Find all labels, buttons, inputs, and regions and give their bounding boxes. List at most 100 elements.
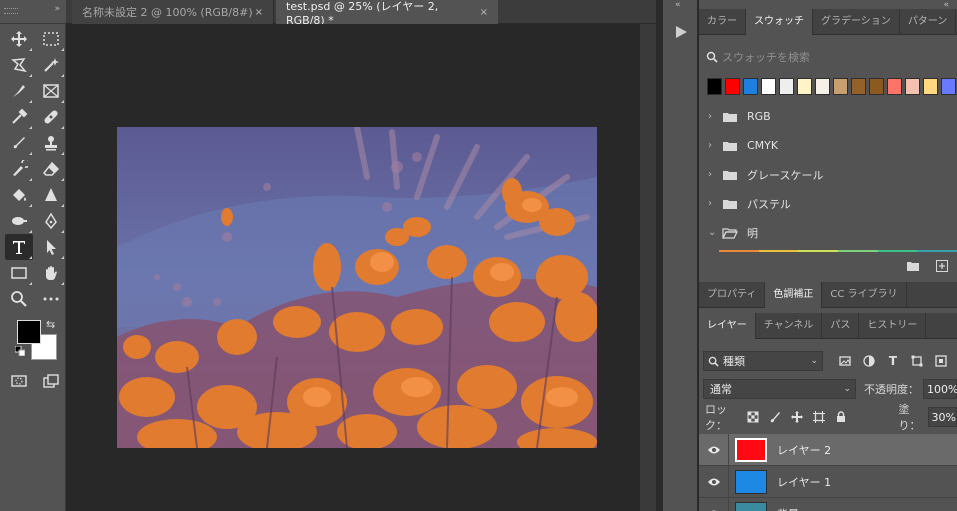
toolbox-grip[interactable] (4, 8, 18, 14)
color-swatch[interactable] (833, 78, 848, 95)
crop-pen-tool[interactable] (5, 78, 33, 104)
new-swatch-icon[interactable] (935, 260, 949, 272)
chevron-right-icon[interactable]: › (708, 140, 718, 151)
tab-gradients[interactable]: グラデーション (813, 9, 900, 35)
tab-untitled-2[interactable]: 名称未設定 2 @ 100% (RGB/8#) × (72, 0, 274, 24)
lock-artboard-icon[interactable] (808, 407, 830, 427)
chevron-right-icon[interactable]: › (708, 198, 718, 209)
swatch-group[interactable]: › グレースケール (699, 160, 957, 189)
color-swatch[interactable] (743, 78, 758, 95)
tab-channels[interactable]: チャンネル (756, 313, 823, 339)
chevron-right-icon[interactable]: › (708, 169, 718, 180)
collapse-toolbox-icon[interactable]: » (54, 4, 60, 14)
fill-input[interactable]: 30% (927, 407, 957, 427)
eye-icon[interactable] (699, 465, 729, 498)
layer-row[interactable]: レイヤー 2 (699, 433, 957, 466)
tab-adjustments[interactable]: 色調補正 (765, 282, 823, 308)
pixel-layer-filter-icon[interactable] (833, 351, 857, 371)
blur-tool[interactable] (37, 182, 65, 208)
smart-object-filter-icon[interactable] (929, 351, 953, 371)
layer-thumbnail[interactable] (735, 437, 767, 462)
screen-mode-icon[interactable] (37, 368, 65, 394)
dodge-tool[interactable] (5, 208, 33, 234)
move-tool[interactable] (5, 26, 33, 52)
swap-colors-icon[interactable]: ⇆ (46, 318, 55, 331)
layer-thumbnail[interactable] (735, 469, 767, 494)
tab-paths[interactable]: パス (822, 313, 860, 339)
tab-color[interactable]: カラー (699, 9, 746, 35)
rectangle-tool[interactable] (5, 260, 33, 286)
document-canvas[interactable] (117, 127, 597, 448)
chevron-down-icon[interactable]: ⌄ (708, 227, 718, 238)
eye-icon[interactable] (699, 497, 729, 511)
color-swatch[interactable] (725, 78, 740, 95)
healing-brush-tool[interactable] (37, 104, 65, 130)
magic-wand-tool[interactable] (37, 52, 65, 78)
color-swatch[interactable] (797, 78, 812, 95)
swatch-search[interactable]: スウォッチを検索 (702, 46, 954, 68)
swatch-group[interactable]: › CMYK (699, 131, 957, 160)
color-swatch[interactable] (941, 78, 956, 95)
swatch-search-input[interactable]: スウォッチを検索 (722, 49, 810, 65)
shape-layer-filter-icon[interactable] (905, 351, 929, 371)
lock-position-icon[interactable] (786, 407, 808, 427)
color-swatch[interactable] (707, 78, 722, 95)
type-tool[interactable] (5, 234, 33, 260)
color-swatch[interactable] (869, 78, 884, 95)
clone-stamp-tool[interactable] (37, 130, 65, 156)
hand-tool[interactable] (37, 260, 65, 286)
layer-row[interactable]: レイヤー 1 (699, 465, 957, 498)
new-group-folder-icon[interactable] (906, 260, 920, 272)
lasso-tool[interactable] (5, 52, 33, 78)
color-swatch[interactable] (779, 78, 794, 95)
lock-transparent-icon[interactable] (742, 407, 764, 427)
brush-tool[interactable] (5, 130, 33, 156)
tab-cc-libraries[interactable]: CC ライブラリ (822, 282, 907, 308)
tab-properties[interactable]: プロパティ (699, 282, 766, 308)
tab-layers[interactable]: レイヤー (699, 313, 756, 339)
eyedropper-tool[interactable] (5, 104, 33, 130)
chevron-right-icon[interactable]: › (708, 111, 718, 122)
layer-row[interactable]: 背景 (699, 497, 957, 511)
canvas-area[interactable] (66, 24, 656, 511)
tab-swatches[interactable]: スウォッチ (746, 9, 813, 35)
color-swatch[interactable] (905, 78, 920, 95)
close-tab-icon[interactable]: × (480, 7, 488, 18)
history-brush-tool[interactable] (5, 156, 33, 182)
paint-bucket-tool[interactable] (5, 182, 33, 208)
layer-thumbnail[interactable] (735, 501, 767, 511)
foreground-color-swatch[interactable] (17, 320, 41, 344)
color-swatch[interactable] (761, 78, 776, 95)
collapse-dock-icon[interactable]: « (675, 0, 681, 10)
adjustment-layer-filter-icon[interactable] (857, 351, 881, 371)
lock-image-icon[interactable] (764, 407, 786, 427)
more-tools-icon[interactable] (37, 286, 65, 312)
color-swatch[interactable] (887, 78, 902, 95)
tab-history[interactable]: ヒストリー (859, 313, 927, 339)
path-selection-tool[interactable] (37, 234, 65, 260)
opacity-input[interactable]: 100% (923, 379, 957, 399)
marquee-tool[interactable] (37, 26, 65, 52)
tab-patterns[interactable]: パターン (900, 9, 957, 35)
quick-mask-icon[interactable] (5, 368, 33, 394)
default-colors-icon[interactable] (15, 346, 25, 356)
eraser-tool[interactable] (37, 156, 65, 182)
tab-test-psd[interactable]: test.psd @ 25% (レイヤー 2, RGB/8) * × (276, 0, 498, 27)
frame-tool[interactable] (37, 78, 65, 104)
pen-tool[interactable] (37, 208, 65, 234)
blend-mode-select[interactable]: 通常 ⌄ (703, 379, 856, 399)
type-layer-filter-icon[interactable]: T (881, 351, 905, 371)
close-tab-icon[interactable]: × (255, 7, 263, 18)
swatch-group[interactable]: ⌄ 明 (699, 218, 957, 247)
swatch-group[interactable]: › パステル (699, 189, 957, 218)
color-swatch[interactable] (851, 78, 866, 95)
canvas-vertical-scrollbar[interactable] (640, 24, 656, 511)
lock-all-icon[interactable] (830, 407, 852, 427)
actions-play-icon[interactable] (667, 20, 695, 44)
swatch-group[interactable]: › RGB (699, 102, 957, 131)
color-swatch[interactable] (923, 78, 938, 95)
layer-kind-filter[interactable]: 種類 ⌄ (703, 351, 823, 371)
eye-icon[interactable] (699, 433, 729, 466)
zoom-tool[interactable] (5, 286, 33, 312)
color-swatch[interactable] (815, 78, 830, 95)
